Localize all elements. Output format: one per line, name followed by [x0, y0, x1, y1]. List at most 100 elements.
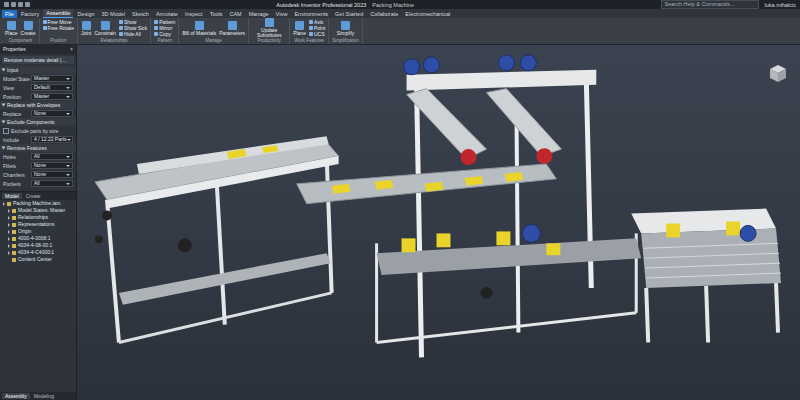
- dropdown[interactable]: All: [31, 153, 73, 160]
- caret-icon: [2, 121, 6, 124]
- outfeed-conveyor[interactable]: [631, 209, 781, 343]
- tree-item[interactable]: 4034-4-C4000:1: [0, 249, 76, 256]
- open-icon[interactable]: [11, 2, 16, 7]
- ribbon-tab[interactable]: Electromechanical: [402, 10, 453, 18]
- browser-tab[interactable]: Create: [23, 193, 44, 199]
- ribbon-tab[interactable]: View: [273, 10, 291, 18]
- tree-item[interactable]: Content Center: [0, 256, 76, 263]
- ribbon-tab[interactable]: Environments: [291, 10, 331, 18]
- ribbon-group: JointConstrainShowShow SickHide AllRelat…: [78, 18, 151, 44]
- ribbon-tab[interactable]: CAM: [226, 10, 244, 18]
- command-icon: [341, 21, 350, 30]
- ribbon-button[interactable]: Pattern: [154, 19, 175, 25]
- browser-tab[interactable]: Model: [2, 193, 22, 199]
- checkbox[interactable]: [3, 128, 9, 134]
- dropdown[interactable]: Default: [31, 84, 73, 91]
- tree-item[interactable]: Model States: Master: [0, 207, 76, 214]
- close-button[interactable]: ×: [70, 46, 73, 53]
- ribbon-tab[interactable]: Inspect: [182, 10, 206, 18]
- section-header[interactable]: Remove Features: [0, 144, 76, 152]
- section-header[interactable]: Replace with Envelopes: [0, 101, 76, 109]
- ribbon-button[interactable]: Place: [5, 21, 18, 36]
- save-icon[interactable]: [18, 2, 23, 7]
- quick-access-toolbar: [4, 2, 30, 7]
- new-icon[interactable]: [4, 2, 9, 7]
- ribbon-button[interactable]: Axis: [309, 19, 325, 25]
- user-name[interactable]: luka.mihalcic: [765, 2, 796, 8]
- ribbon-button[interactable]: Mirror: [154, 25, 175, 31]
- tree-item[interactable]: Packing Machine.iam: [0, 200, 76, 207]
- title-bar: Autodesk Inventor Professional 2023Packi…: [0, 0, 800, 9]
- ribbon-tab[interactable]: Manage: [246, 10, 272, 18]
- expand-icon: [8, 251, 10, 255]
- tree-item[interactable]: Representations: [0, 221, 76, 228]
- ribbon-tab[interactable]: Factory: [18, 10, 42, 18]
- ribbon-button[interactable]: Point: [309, 25, 325, 31]
- environment-tab[interactable]: Modeling: [31, 393, 57, 399]
- central-frame[interactable]: [404, 55, 597, 357]
- tree-item[interactable]: Relationships: [0, 214, 76, 221]
- ribbon-button[interactable]: Create: [21, 21, 36, 36]
- ribbon-button[interactable]: Show: [119, 19, 147, 25]
- ribbon-tab[interactable]: Tools: [207, 10, 226, 18]
- dropdown[interactable]: 4 / 12.22 Parts: [31, 136, 73, 143]
- property-section: InputModel StateMasterViewDefaultPositio…: [0, 66, 76, 101]
- transfer-conveyor[interactable]: [297, 164, 557, 204]
- ribbon-button[interactable]: Joint: [81, 21, 92, 36]
- ribbon-button[interactable]: Simplify: [332, 21, 359, 36]
- window-title: Autodesk Inventor Professional 2023Packi…: [36, 2, 655, 8]
- dropdown[interactable]: Master: [31, 93, 73, 100]
- ribbon-button[interactable]: Free Rotate: [43, 25, 74, 31]
- group-label: Manage: [182, 38, 245, 44]
- packing-station[interactable]: [377, 224, 642, 342]
- ribbon-tab[interactable]: Annotate: [153, 10, 181, 18]
- ribbon-button[interactable]: Parameters: [219, 21, 245, 36]
- viewcube-icon[interactable]: [766, 61, 790, 85]
- ribbon-tab[interactable]: Collaborate: [367, 10, 401, 18]
- dropdown[interactable]: Master: [31, 75, 73, 82]
- ribbon-button[interactable]: Hide All: [119, 31, 147, 37]
- ribbon-group: PatternMirrorCopyPattern: [151, 18, 179, 44]
- ribbon-button[interactable]: Copy: [154, 31, 175, 37]
- dropdown-arrow-icon: [66, 96, 70, 98]
- property-row: Exclude parts by size: [0, 126, 76, 135]
- ribbon-button[interactable]: Update Substitutes: [252, 18, 286, 38]
- command-icon: [119, 20, 123, 24]
- ribbon-button[interactable]: Free Move: [43, 19, 74, 25]
- infeed-table[interactable]: [95, 136, 339, 342]
- dropdown[interactable]: All: [31, 180, 73, 187]
- section-header[interactable]: Exclude Components: [0, 118, 76, 126]
- caret-icon: [2, 147, 6, 150]
- component-icon: [12, 251, 16, 255]
- ribbon-group: Free MoveFree RotatePosition: [40, 18, 78, 44]
- environment-tab[interactable]: Assembly: [2, 393, 30, 399]
- machine-model[interactable]: [77, 45, 800, 400]
- search-field[interactable]: Search Help & Commands...: [661, 0, 759, 9]
- graphics-viewport[interactable]: [77, 45, 800, 400]
- ribbon-button[interactable]: Show Sick: [119, 25, 147, 31]
- command-icon: [154, 20, 158, 24]
- ribbon-tab[interactable]: Get Started: [332, 10, 366, 18]
- dropdown[interactable]: None: [31, 171, 73, 178]
- expand-icon: [8, 223, 10, 227]
- dropdown-arrow-icon: [66, 78, 70, 80]
- ribbon-button[interactable]: Constrain: [95, 21, 116, 36]
- ribbon-button[interactable]: Plane: [293, 21, 306, 36]
- component-icon: [12, 230, 16, 234]
- feature-name[interactable]: Remove moderate detail (…: [2, 56, 74, 64]
- section-header[interactable]: Input: [0, 66, 76, 74]
- dropdown[interactable]: None: [31, 110, 73, 117]
- dropdown[interactable]: None: [31, 162, 73, 169]
- ribbon-tab[interactable]: File: [2, 10, 17, 18]
- tree-item[interactable]: 4000-4-0008:1: [0, 235, 76, 242]
- tree-item[interactable]: Origin: [0, 228, 76, 235]
- tree-item[interactable]: 4034-4-08-00:1: [0, 242, 76, 249]
- ribbon-button[interactable]: UCS: [309, 31, 325, 37]
- undo-icon[interactable]: [25, 2, 30, 7]
- property-row: HolesAll: [0, 152, 76, 161]
- ribbon-tab[interactable]: 3D Model: [99, 10, 129, 18]
- ribbon-tab[interactable]: Design: [74, 10, 97, 18]
- ribbon-button[interactable]: Bill of Materials: [182, 21, 216, 36]
- ribbon-tab[interactable]: Sketch: [129, 10, 152, 18]
- ribbon-tab[interactable]: Assemble: [43, 9, 73, 18]
